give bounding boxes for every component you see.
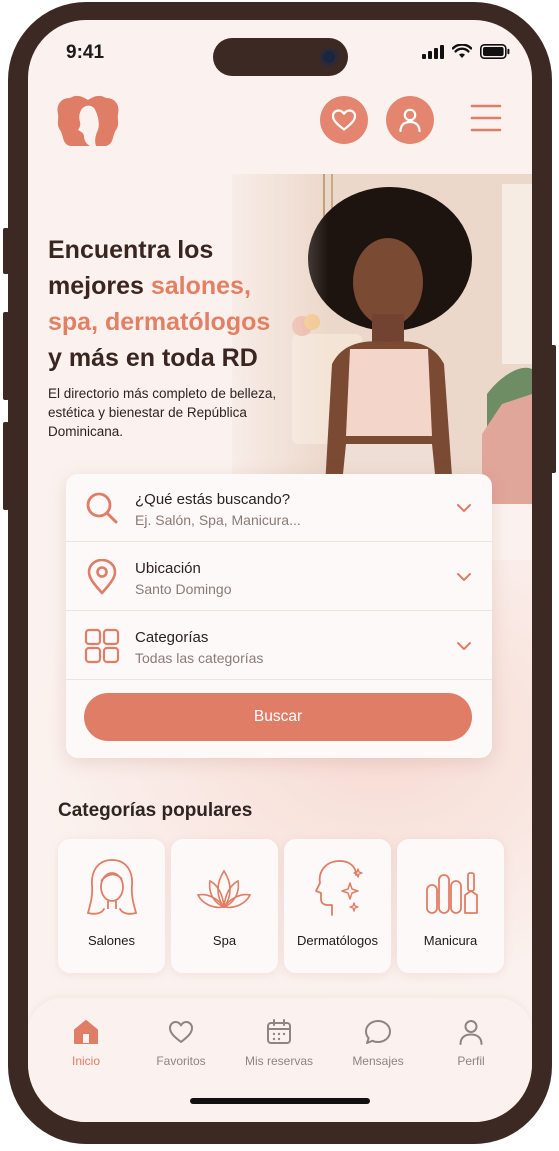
location-field[interactable]: Ubicación Santo Domingo [66, 543, 492, 611]
tab-label: Mensajes [352, 1054, 404, 1068]
tab-mis-reservas[interactable]: Mis reservas [234, 1018, 324, 1078]
popular-categories-title: Categorías populares [58, 800, 253, 821]
hero-section: Encuentra los mejores salones, spa, derm… [28, 174, 532, 504]
field-label: ¿Qué estás buscando? [135, 491, 291, 508]
heart-icon [169, 1021, 193, 1043]
user-icon [399, 108, 421, 133]
categories-field[interactable]: Categorías Todas las categorías [66, 612, 492, 680]
category-label: Spa [212, 933, 237, 948]
user-icon [459, 1020, 483, 1045]
app-header [28, 84, 532, 174]
hamburger-menu-icon[interactable] [468, 102, 504, 134]
category-card-dermatologos[interactable]: Dermatólogos [284, 839, 391, 973]
nail-polish-icon [426, 872, 478, 914]
chevron-down-icon [457, 573, 471, 581]
location-pin-icon [87, 559, 117, 595]
mute-switch [3, 228, 9, 274]
hero-title-line: y más en toda RD [48, 344, 258, 372]
category-label: Manicura [423, 933, 478, 948]
favorites-button[interactable] [320, 96, 368, 144]
popular-categories: Salones Spa Dermatólogos Manicura [58, 839, 504, 973]
tab-label: Favoritos [156, 1054, 206, 1068]
tab-mensajes[interactable]: Mensajes [333, 1018, 423, 1078]
dynamic-island [213, 38, 348, 76]
calendar-icon [267, 1019, 291, 1044]
face-sparkle-icon [315, 860, 363, 916]
chat-icon [365, 1020, 391, 1044]
tab-label: Inicio [71, 1054, 100, 1068]
home-icon [74, 1020, 98, 1044]
category-card-manicura[interactable]: Manicura [397, 839, 504, 973]
tab-inicio[interactable]: Inicio [41, 1018, 131, 1078]
grid-icon [84, 628, 120, 664]
what-field[interactable]: ¿Qué estás buscando? Ej. Salón, Spa, Man… [66, 474, 492, 542]
battery-icon [480, 44, 510, 59]
tab-label: Mis reservas [244, 1054, 313, 1068]
status-icons [422, 44, 510, 59]
tab-favoritos[interactable]: Favoritos [136, 1018, 226, 1078]
wifi-icon [452, 44, 472, 58]
signal-icon [422, 44, 444, 59]
search-button[interactable]: Buscar [84, 693, 472, 741]
hero-title: Encuentra los mejores salones, spa, derm… [48, 232, 288, 376]
chevron-down-icon [457, 504, 471, 512]
brand-logo-icon[interactable] [56, 92, 120, 150]
hero-title-accent: salones, [150, 272, 251, 300]
volume-up-button [3, 312, 9, 400]
category-label: Salones [88, 933, 135, 948]
category-card-spa[interactable]: Spa [171, 839, 278, 973]
screen: 9:41 Encuentra los mejores salones, spa,… [28, 20, 532, 1122]
heart-icon [331, 109, 357, 131]
lotus-icon [196, 869, 252, 909]
chevron-down-icon [457, 642, 471, 650]
status-bar: 9:41 [28, 20, 532, 84]
hero-title-text: mejores [48, 272, 151, 300]
field-value: Todas las categorías [135, 650, 264, 666]
hero-title-accent: spa, dermatólogos [48, 308, 271, 336]
tab-perfil[interactable]: Perfil [426, 1018, 516, 1078]
home-indicator[interactable] [190, 1098, 370, 1104]
hero-title-line: mejores salones, [48, 268, 288, 304]
search-icon [86, 492, 118, 524]
camera-icon [320, 48, 338, 66]
hair-woman-icon [86, 859, 138, 915]
field-value: Santo Domingo [135, 581, 232, 597]
category-label: Dermatólogos [297, 933, 378, 948]
tab-label: Perfil [457, 1054, 485, 1068]
search-card: ¿Qué estás buscando? Ej. Salón, Spa, Man… [66, 474, 492, 758]
field-label: Ubicación [135, 560, 201, 577]
volume-down-button [3, 422, 9, 510]
hero-subtitle: El directorio más completo de belleza, e… [48, 386, 277, 439]
hero-title-line: Encuentra los [48, 236, 214, 264]
power-button [550, 345, 556, 473]
status-time: 9:41 [66, 42, 105, 63]
field-label: Categorías [135, 629, 209, 646]
category-card-salones[interactable]: Salones [58, 839, 165, 973]
field-placeholder: Ej. Salón, Spa, Manicura... [135, 512, 301, 528]
profile-button[interactable] [386, 96, 434, 144]
